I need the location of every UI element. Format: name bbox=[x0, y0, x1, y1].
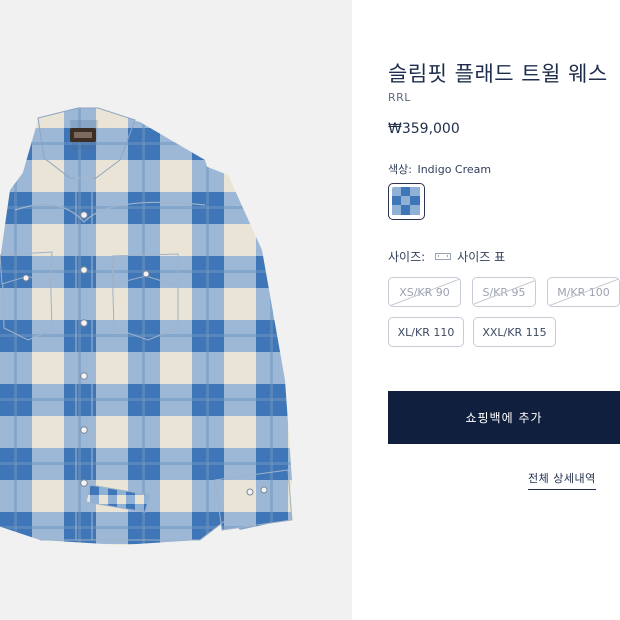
product-title: 슬림핏 플래드 트윌 웨스 bbox=[388, 62, 608, 86]
size-option-label: XL/KR 110 bbox=[397, 325, 455, 339]
size-option-label: M/KR 100 bbox=[557, 285, 610, 299]
color-swatch-selected[interactable] bbox=[388, 183, 425, 220]
size-option-s[interactable]: S/KR 95 bbox=[472, 277, 536, 307]
product-price: ₩359,000 bbox=[388, 121, 460, 137]
ruler-icon bbox=[435, 253, 452, 260]
size-option-label: XS/KR 90 bbox=[399, 285, 450, 299]
product-info-panel: 슬림핏 플래드 트윌 웨스 RRL ₩359,000 색상: Indigo Cr… bbox=[388, 0, 620, 620]
color-row: 색상: Indigo Cream bbox=[388, 161, 491, 177]
size-row: 사이즈: 사이즈 표 bbox=[388, 248, 505, 265]
add-to-bag-button[interactable]: 쇼핑백에 추가 bbox=[388, 391, 620, 444]
swatch-image bbox=[392, 187, 421, 216]
size-label: 사이즈: bbox=[388, 250, 426, 264]
size-option-label: XXL/KR 115 bbox=[482, 325, 547, 339]
size-option-label: S/KR 95 bbox=[482, 285, 526, 299]
color-label: 색상: bbox=[388, 163, 412, 176]
full-details-link[interactable]: 전체 상세내역 bbox=[528, 470, 596, 490]
size-option-xs[interactable]: XS/KR 90 bbox=[388, 277, 461, 307]
size-option-xxl[interactable]: XXL/KR 115 bbox=[473, 317, 556, 347]
plaid-shirt-image bbox=[0, 107, 293, 545]
size-chart-link[interactable]: 사이즈 표 bbox=[457, 248, 505, 265]
size-option-xl[interactable]: XL/KR 110 bbox=[388, 317, 464, 347]
product-image[interactable] bbox=[0, 0, 352, 620]
color-value: Indigo Cream bbox=[417, 163, 492, 176]
size-option-m[interactable]: M/KR 100 bbox=[547, 277, 620, 307]
product-brand[interactable]: RRL bbox=[388, 91, 411, 104]
